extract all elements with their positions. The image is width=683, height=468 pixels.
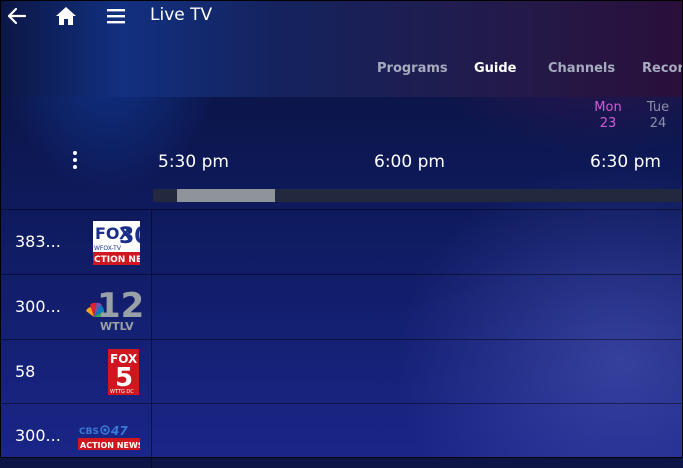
date-day: Tue (646, 100, 670, 115)
date-tue-24[interactable]: Tue 24 (640, 100, 676, 132)
channel-row[interactable]: 300... CBS 47 ACTION NEWS (0, 403, 683, 468)
svg-text:ACTION NEWS: ACTION NEWS (80, 441, 140, 450)
tab-recordings[interactable]: Recordings (642, 61, 683, 76)
channel-row[interactable]: 383... FOX 30 WFOX-TV CTION NEW (0, 209, 683, 274)
svg-text:30: 30 (119, 224, 140, 249)
tab-channels[interactable]: Channels (548, 61, 615, 76)
svg-text:CTION NEW: CTION NEW (94, 255, 140, 265)
date-day: Mon (594, 100, 622, 115)
date-number: 23 (599, 116, 617, 131)
svg-text:WTLV: WTLV (100, 320, 134, 333)
cbs47-logo: CBS 47 ACTION NEWS (78, 424, 140, 450)
time-slot: 6:30 pm (590, 152, 661, 172)
channel-row[interactable]: 58 FOX 5 WTTG DC (0, 339, 683, 404)
time-slot: 5:30 pm (158, 152, 229, 172)
fox30-logo: FOX 30 WFOX-TV CTION NEW (93, 221, 140, 265)
page-title: Live TV (150, 5, 213, 25)
svg-text:WFOX-TV: WFOX-TV (94, 245, 122, 252)
home-icon (56, 7, 76, 25)
home-button[interactable] (54, 4, 78, 28)
svg-text:CBS: CBS (79, 427, 99, 437)
time-slot: 6:00 pm (374, 152, 445, 172)
back-button[interactable] (5, 4, 29, 28)
more-options-icon[interactable] (70, 151, 80, 169)
nbc12-logo: 12 WTLV (86, 286, 142, 333)
fox5-logo: FOX 5 WTTG DC (108, 349, 139, 395)
arrow-left-icon (7, 7, 27, 25)
svg-text:47: 47 (110, 424, 128, 438)
timeline-scroll-thumb[interactable] (177, 189, 275, 202)
top-bar: Live TV Programs Guide Channels Recordin… (0, 0, 683, 97)
menu-button[interactable] (104, 4, 128, 28)
channel-row[interactable]: 300... 12 WTLV (0, 274, 683, 339)
channel-number: 300... (15, 297, 61, 316)
date-number: 24 (649, 116, 667, 131)
date-mon-23[interactable]: Mon 23 (588, 100, 628, 132)
hamburger-icon (107, 9, 125, 24)
tab-programs[interactable]: Programs (377, 61, 448, 76)
svg-text:WTTG DC: WTTG DC (110, 389, 134, 395)
channel-number: 58 (15, 362, 36, 381)
channel-number: 300... (15, 426, 61, 445)
tab-guide[interactable]: Guide (474, 61, 517, 76)
timeline-scrollbar[interactable] (153, 189, 683, 202)
channel-number: 383... (15, 232, 61, 251)
